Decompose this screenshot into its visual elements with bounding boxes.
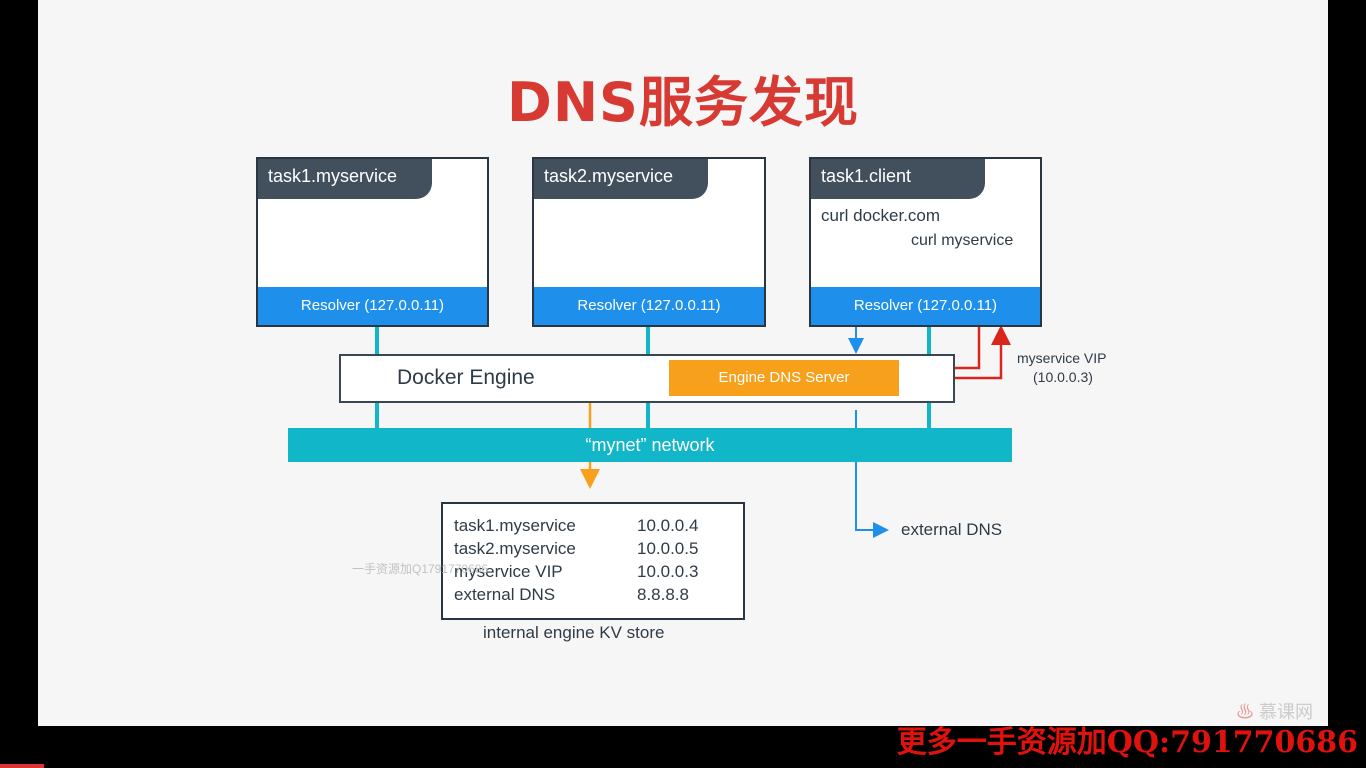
container-name: task1.myservice	[258, 159, 432, 199]
engine-dns-server: Engine DNS Server	[669, 360, 899, 396]
curl-myservice-label: curl myservice	[911, 232, 1014, 249]
promo-text: 更多一手资源加QQ:791770686	[896, 725, 1358, 760]
container-name: task1.client	[811, 159, 985, 199]
kv-value: 10.0.0.5	[637, 539, 699, 558]
engine-label: Docker Engine	[397, 366, 535, 389]
brand-name: 慕课网	[1259, 702, 1314, 722]
progress-strip	[0, 764, 44, 768]
kv-key: task1.myservice	[454, 516, 576, 535]
kv-value: 10.0.0.3	[637, 562, 699, 581]
container-task1-myservice: task1.myservice Resolver (127.0.0.11)	[256, 157, 489, 327]
resolver-bar: Resolver (127.0.0.11)	[811, 287, 1040, 325]
curl-docker-label: curl docker.com	[821, 206, 941, 225]
kv-value: 8.8.8.8	[637, 585, 689, 604]
external-dns-label: external DNS	[901, 520, 1003, 539]
resolver-bar: Resolver (127.0.0.11)	[258, 287, 487, 325]
vip-label-line2: (10.0.0.3)	[1033, 369, 1093, 385]
container-task2-myservice: task2.myservice Resolver (127.0.0.11)	[532, 157, 766, 327]
kv-key: task2.myservice	[454, 539, 576, 558]
kv-store-caption: internal engine KV store	[483, 623, 665, 642]
flame-icon: ♨	[1236, 702, 1254, 722]
container-name: task2.myservice	[534, 159, 708, 199]
kv-value: 10.0.0.4	[637, 516, 699, 535]
brand-logo: ♨ 慕课网	[1236, 698, 1313, 724]
watermark-text: 一手资源加Q1791770686	[352, 562, 489, 576]
kv-key: external DNS	[454, 585, 556, 604]
vip-label-line1: myservice VIP	[1017, 350, 1107, 366]
mynet-network: “mynet” network	[288, 428, 1012, 462]
resolver-bar: Resolver (127.0.0.11)	[534, 287, 764, 325]
